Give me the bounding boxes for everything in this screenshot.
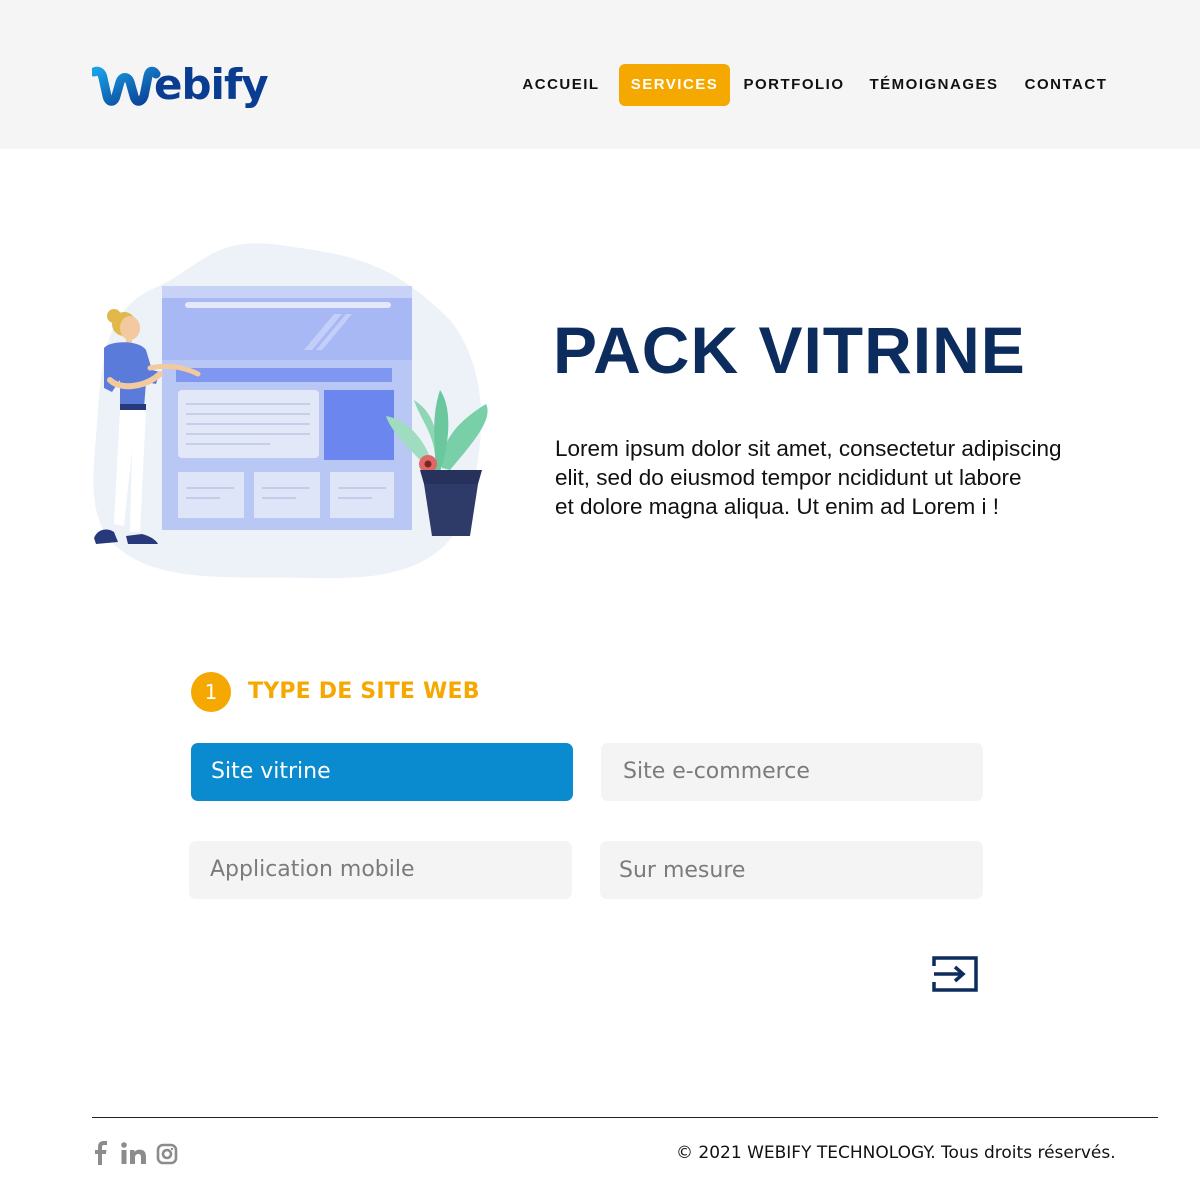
hero-description-line: Lorem ipsum dolor sit amet, consectetur …	[555, 436, 1062, 461]
nav-item-contact[interactable]: CONTACT	[1018, 64, 1114, 106]
page-title: PACK VITRINE	[553, 313, 1026, 387]
option-sur-mesure[interactable]: Sur mesure	[600, 841, 983, 899]
step-title: TYPE DE SITE WEB	[248, 679, 480, 704]
hero-description-line: elit, sed do eiusmod tempor ncididunt ut…	[555, 465, 1022, 490]
hero-description-line: et dolore magna aliqua. Ut enim ad Lorem…	[555, 494, 999, 519]
facebook-icon	[95, 1141, 107, 1165]
nav-item-portfolio[interactable]: PORTFOLIO	[740, 64, 848, 106]
option-site-e-commerce[interactable]: Site e-commerce	[601, 743, 983, 801]
enter-arrow-icon	[932, 956, 978, 992]
option-application-mobile[interactable]: Application mobile	[189, 841, 572, 899]
hero-illustration	[93, 243, 488, 579]
instagram-icon	[156, 1143, 178, 1165]
site-header: ebify ACCUEIL SERVICES PORTFOLIO TÉMOIGN…	[0, 0, 1200, 149]
nav-item-accueil[interactable]: ACCUEIL	[516, 64, 606, 106]
next-step-button[interactable]	[928, 952, 980, 996]
linkedin-icon	[121, 1142, 146, 1164]
copyright-text: © 2021 WEBIFY TECHNOLOGY. Tous droits ré…	[676, 1143, 1116, 1163]
nav-item-services[interactable]: SERVICES	[619, 64, 730, 106]
facebook-link[interactable]	[92, 1138, 110, 1168]
linkedin-link[interactable]	[120, 1138, 148, 1168]
option-site-vitrine[interactable]: Site vitrine	[191, 743, 573, 801]
hero-description: Lorem ipsum dolor sit amet, consectetur …	[555, 434, 1135, 521]
step-number-badge: 1	[191, 672, 231, 712]
main-nav: ACCUEIL SERVICES PORTFOLIO TÉMOIGNAGES C…	[0, 64, 1200, 106]
instagram-link[interactable]	[156, 1138, 178, 1168]
footer-divider	[92, 1117, 1158, 1118]
nav-item-temoignages[interactable]: TÉMOIGNAGES	[864, 64, 1004, 106]
